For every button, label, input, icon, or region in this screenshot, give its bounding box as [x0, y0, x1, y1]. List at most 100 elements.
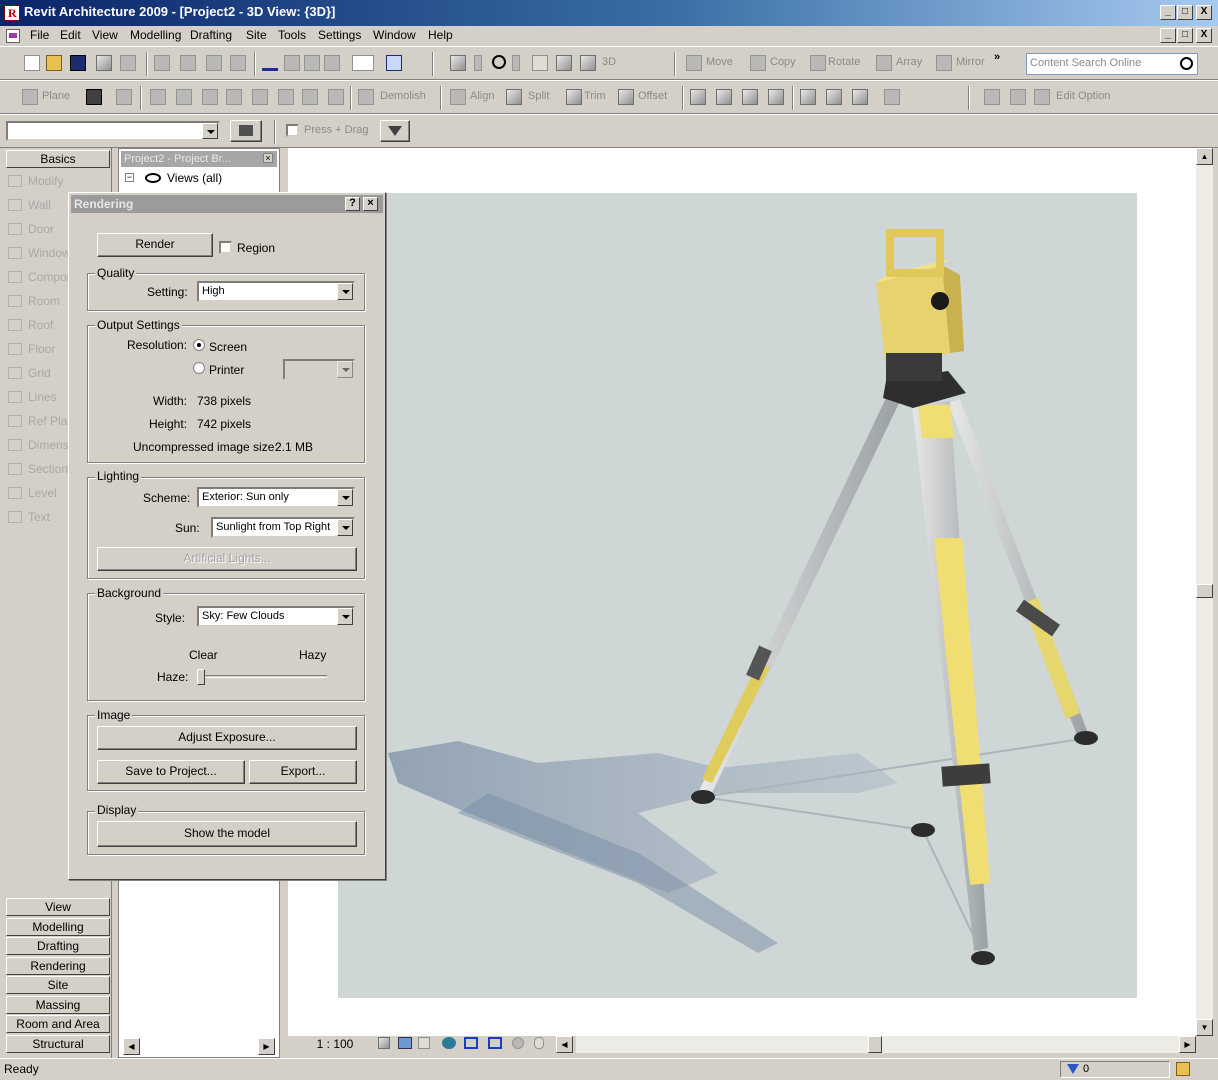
- menu-file[interactable]: File: [30, 28, 49, 42]
- shadows-toggle-icon[interactable]: [418, 1037, 430, 1049]
- show-the-model-button[interactable]: Show the model: [97, 821, 357, 847]
- print-icon[interactable]: [96, 55, 112, 71]
- printer-radio[interactable]: [193, 362, 205, 374]
- copy-tool-icon[interactable]: [750, 55, 766, 71]
- maximize-button[interactable]: □: [1177, 5, 1193, 20]
- delete-icon[interactable]: [230, 55, 246, 71]
- redo-dropdown-icon[interactable]: [324, 55, 340, 71]
- revit-app-icon[interactable]: [4, 5, 20, 21]
- press-drag-checkbox[interactable]: [286, 124, 299, 137]
- demolish-icon[interactable]: [358, 89, 374, 105]
- document-icon[interactable]: [6, 29, 20, 43]
- tab-room-and-area[interactable]: Room and Area: [6, 1015, 110, 1033]
- plane-icon[interactable]: [22, 89, 38, 105]
- move-button[interactable]: Move: [706, 56, 733, 68]
- mirror-button[interactable]: Mirror: [956, 56, 985, 68]
- zoom-dropdown-icon[interactable]: [512, 55, 520, 71]
- copy-icon[interactable]: [180, 55, 196, 71]
- type-selector-arrow[interactable]: [202, 123, 218, 139]
- region-checkbox[interactable]: [219, 241, 232, 254]
- group-icon[interactable]: [302, 89, 318, 105]
- content-search-input[interactable]: Content Search Online: [1026, 53, 1198, 75]
- designbar-item-ref-plane[interactable]: Ref Pla: [8, 414, 67, 428]
- designbar-item-floor[interactable]: Floor: [8, 342, 55, 356]
- quality-dropdown-arrow[interactable]: [337, 283, 353, 300]
- sun-setting-dropdown[interactable]: Sunlight from Top Right: [211, 517, 355, 538]
- menu-window[interactable]: Window: [373, 28, 416, 42]
- designbar-item-room[interactable]: Room: [8, 294, 60, 308]
- haze-slider-track[interactable]: [197, 675, 327, 678]
- views-icon[interactable]: [450, 55, 466, 71]
- minimize-button[interactable]: _: [1160, 5, 1176, 20]
- tab-modelling[interactable]: Modelling: [6, 918, 110, 936]
- designbar-item-text[interactable]: Text: [8, 510, 50, 524]
- doc-minimize-button[interactable]: _: [1160, 28, 1176, 43]
- scroll-down-icon[interactable]: ▼: [1196, 1019, 1213, 1036]
- paint-icon[interactable]: [176, 89, 192, 105]
- save-icon[interactable]: [70, 55, 86, 71]
- designbar-item-roof[interactable]: Roof: [8, 318, 53, 332]
- menu-edit[interactable]: Edit: [60, 28, 81, 42]
- temporary-hide-icon[interactable]: [512, 1037, 524, 1049]
- view-scale[interactable]: 1 : 100: [296, 1037, 374, 1051]
- zoom-icon[interactable]: [492, 55, 506, 69]
- unpin-icon[interactable]: [278, 89, 294, 105]
- tab-basics[interactable]: Basics: [6, 150, 110, 168]
- copy-button[interactable]: Copy: [770, 56, 796, 68]
- quality-setting-dropdown[interactable]: High: [197, 281, 355, 302]
- create-group-icon[interactable]: [328, 89, 344, 105]
- print-preview-icon[interactable]: [120, 55, 136, 71]
- align-icon[interactable]: [450, 89, 466, 105]
- lighting-scheme-dropdown[interactable]: Exterior: Sun only: [197, 487, 355, 508]
- doc-close-button[interactable]: X: [1196, 28, 1212, 43]
- edit-option-button[interactable]: Edit Option: [1056, 90, 1110, 102]
- hide-icon[interactable]: [800, 89, 816, 105]
- tab-rendering[interactable]: Rendering: [6, 957, 110, 975]
- split-button[interactable]: Split: [528, 90, 549, 102]
- properties-icon[interactable]: [884, 89, 900, 105]
- filter-status-icon[interactable]: [1067, 1064, 1079, 1074]
- array-icon[interactable]: [876, 55, 892, 71]
- trim-icon[interactable]: [566, 89, 582, 105]
- scroll-right-icon[interactable]: ▶: [1179, 1036, 1196, 1053]
- view-scroll-left-icon[interactable]: ◀: [556, 1036, 573, 1053]
- type-selector[interactable]: [6, 121, 220, 141]
- haze-slider-thumb[interactable]: [197, 669, 205, 685]
- tab-view[interactable]: View: [6, 898, 110, 916]
- browser-scroll-left-icon[interactable]: ◀: [123, 1038, 140, 1055]
- paste-icon[interactable]: [206, 55, 222, 71]
- split-face-icon[interactable]: [202, 89, 218, 105]
- detail-level-icon[interactable]: [378, 1037, 390, 1049]
- trim-button[interactable]: Trim: [584, 90, 606, 102]
- cut-geometry-icon[interactable]: [150, 89, 166, 105]
- match-icon[interactable]: [742, 89, 758, 105]
- menu-site[interactable]: Site: [246, 28, 267, 42]
- sun-setting-arrow[interactable]: [337, 519, 353, 536]
- copy-clipboard-icon[interactable]: [690, 89, 706, 105]
- search-icon[interactable]: [1180, 57, 1193, 70]
- screen-radio[interactable]: [193, 339, 205, 351]
- wall-joins-icon[interactable]: [226, 89, 242, 105]
- new-icon[interactable]: [24, 55, 40, 71]
- tab-drafting[interactable]: Drafting: [6, 937, 110, 955]
- menu-tools[interactable]: Tools: [278, 28, 306, 42]
- linework-icon[interactable]: [86, 89, 102, 105]
- undo-icon[interactable]: [262, 55, 278, 71]
- 3d-view-label[interactable]: 3D: [602, 56, 616, 68]
- add-to-set-icon[interactable]: [1010, 89, 1026, 105]
- rendering-dialog-title[interactable]: Rendering: [71, 195, 383, 213]
- vertical-scroll-thumb[interactable]: [1196, 584, 1213, 598]
- tab-structural[interactable]: Structural: [6, 1035, 110, 1053]
- designbar-item-grid[interactable]: Grid: [8, 366, 51, 380]
- designbar-item-door[interactable]: Door: [8, 222, 54, 236]
- help-pointer-icon[interactable]: [386, 55, 402, 71]
- align-button[interactable]: Align: [470, 90, 494, 102]
- horizontal-scroll-thumb[interactable]: [868, 1036, 882, 1053]
- menu-view[interactable]: View: [92, 28, 118, 42]
- plane-button[interactable]: Plane: [42, 90, 70, 102]
- background-style-dropdown[interactable]: Sky: Few Clouds: [197, 606, 355, 627]
- redo-icon[interactable]: [304, 55, 320, 71]
- properties-button[interactable]: [230, 120, 262, 142]
- undo-dropdown-icon[interactable]: [284, 55, 300, 71]
- tab-site[interactable]: Site: [6, 976, 110, 994]
